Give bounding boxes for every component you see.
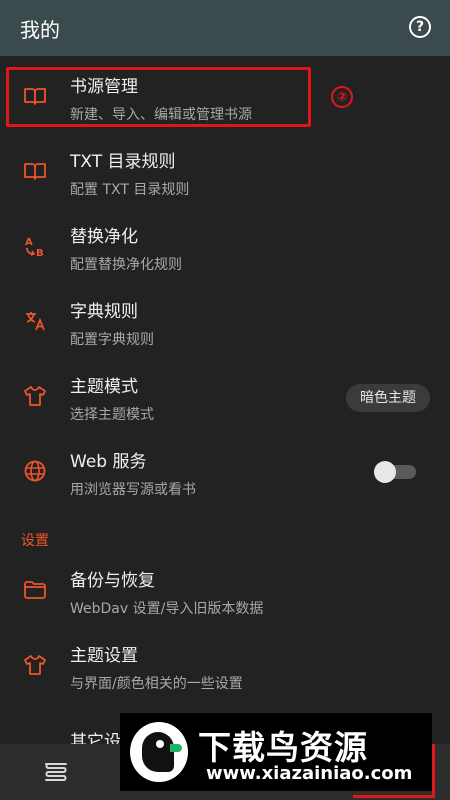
menu-item-book-source[interactable]: 书源管理 新建、导入、编辑或管理书源 ②: [0, 58, 450, 133]
menu-item-title: 备份与恢复: [70, 571, 155, 591]
svg-text:B: B: [36, 248, 44, 258]
annotation-step-badge: ②: [331, 86, 353, 108]
bookshelf-icon[interactable]: [43, 760, 69, 784]
top-app-bar: 我的 ?: [0, 0, 450, 56]
watermark-url: www.xiazainiao.com: [206, 763, 413, 784]
menu-item-subtitle: 配置 TXT 目录规则: [70, 182, 190, 198]
menu-item-subtitle: 选择主题模式: [70, 407, 154, 423]
section-header-settings: 设置: [0, 508, 450, 552]
translate-icon: [26, 312, 45, 331]
help-icon[interactable]: ?: [409, 16, 431, 38]
tshirt-icon: [24, 386, 46, 406]
menu-item-title: 主题模式: [70, 377, 138, 397]
menu-item-title: TXT 目录规则: [70, 152, 176, 172]
logo-bird-body: [142, 732, 174, 772]
bird-logo-icon: [130, 722, 188, 782]
menu-item-backup-restore[interactable]: 备份与恢复 WebDav 设置/导入旧版本数据: [0, 552, 450, 627]
menu-item-txt-toc-rules[interactable]: TXT 目录规则 配置 TXT 目录规则: [0, 133, 450, 208]
svg-text:A: A: [25, 237, 33, 248]
menu-item-replace-purify[interactable]: A B 替换净化 配置替换净化规则: [0, 208, 450, 283]
menu-item-title: 字典规则: [70, 302, 138, 322]
menu-item-subtitle: 用浏览器写源或看书: [70, 482, 196, 498]
watermark-banner: 下载鸟资源 www.xiazainiao.com: [120, 713, 432, 791]
globe-icon: [24, 460, 46, 482]
section-header-label: 设置: [21, 533, 49, 549]
book-open-icon: [24, 163, 46, 180]
page-title: 我的: [20, 17, 60, 42]
menu-item-theme-mode[interactable]: 主题模式 选择主题模式 暗色主题: [0, 358, 450, 433]
folder-icon: [24, 581, 46, 599]
replace-ab-icon: A B: [25, 237, 44, 258]
menu-item-subtitle: WebDav 设置/导入旧版本数据: [70, 601, 264, 617]
menu-item-web-service[interactable]: Web 服务 用浏览器写源或看书: [0, 433, 450, 508]
theme-mode-chip[interactable]: 暗色主题: [346, 384, 430, 412]
logo-bird-beak: [170, 744, 182, 752]
menu-item-subtitle: 配置字典规则: [70, 332, 154, 348]
tshirt-icon: [24, 655, 46, 675]
menu-item-subtitle: 配置替换净化规则: [70, 257, 182, 273]
menu-item-subtitle: 与界面/颜色相关的一些设置: [70, 676, 243, 692]
menu-list: 书源管理 新建、导入、编辑或管理书源 ② TXT 目录规则 配置 TXT 目录规…: [0, 58, 450, 702]
menu-item-theme-settings[interactable]: 主题设置 与界面/颜色相关的一些设置: [0, 627, 450, 702]
logo-bird-eye: [156, 740, 164, 748]
menu-item-dictionary-rules[interactable]: 字典规则 配置字典规则: [0, 283, 450, 358]
web-service-toggle[interactable]: [374, 461, 416, 483]
annotation-highlight-box: [6, 67, 311, 127]
menu-item-title: 替换净化: [70, 227, 138, 247]
menu-item-title: Web 服务: [70, 452, 147, 472]
toggle-thumb: [374, 461, 396, 483]
watermark-title: 下载鸟资源: [198, 728, 368, 767]
menu-item-title: 主题设置: [70, 646, 138, 666]
